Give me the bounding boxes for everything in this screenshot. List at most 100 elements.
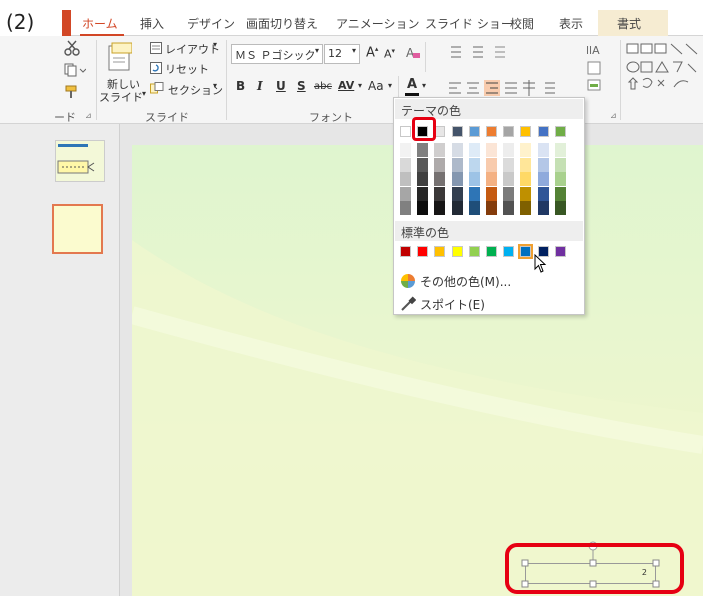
standard-color-swatch[interactable] bbox=[503, 246, 515, 257]
theme-shade-swatch[interactable] bbox=[520, 201, 532, 215]
theme-shade-swatch[interactable] bbox=[554, 157, 566, 172]
theme-shade-swatch[interactable] bbox=[417, 157, 429, 172]
theme-shade-swatch[interactable] bbox=[434, 157, 446, 172]
theme-shade-swatch[interactable] bbox=[554, 201, 566, 215]
theme-shade-swatch[interactable] bbox=[503, 172, 515, 186]
theme-shade-swatch[interactable] bbox=[468, 201, 480, 215]
theme-shade-swatch[interactable] bbox=[417, 201, 429, 215]
cut-icon[interactable] bbox=[64, 40, 80, 56]
layout-icon[interactable] bbox=[150, 42, 162, 54]
theme-shade-swatch[interactable] bbox=[520, 172, 532, 186]
standard-color-swatch[interactable] bbox=[400, 246, 411, 257]
theme-shade-swatch[interactable] bbox=[400, 143, 411, 157]
standard-color-swatch[interactable] bbox=[417, 246, 429, 257]
theme-shade-swatch[interactable] bbox=[417, 143, 429, 157]
change-case-button[interactable]: Aa bbox=[368, 79, 384, 93]
tab-home[interactable]: ホーム bbox=[82, 15, 118, 32]
theme-shade-swatch[interactable] bbox=[417, 172, 429, 186]
case-chevron-icon[interactable]: ▾ bbox=[388, 81, 392, 90]
standard-color-swatch[interactable] bbox=[554, 246, 566, 257]
theme-color-swatch[interactable] bbox=[400, 126, 411, 137]
theme-color-swatch[interactable] bbox=[486, 126, 497, 137]
tab-review[interactable]: 校閲 bbox=[510, 15, 534, 32]
theme-shade-swatch[interactable] bbox=[537, 186, 549, 201]
theme-shade-swatch[interactable] bbox=[554, 143, 566, 157]
theme-shade-swatch[interactable] bbox=[434, 201, 446, 215]
section-icon[interactable] bbox=[150, 82, 164, 94]
theme-shade-swatch[interactable] bbox=[554, 186, 566, 201]
tab-format[interactable]: 書式 bbox=[617, 15, 641, 32]
theme-shade-swatch[interactable] bbox=[537, 201, 549, 215]
layout-button[interactable]: レイアウト bbox=[165, 41, 220, 57]
theme-shade-swatch[interactable] bbox=[451, 157, 463, 172]
character-spacing-button[interactable]: AV bbox=[338, 79, 354, 92]
tab-slideshow[interactable]: スライド ショー bbox=[425, 15, 513, 32]
standard-color-swatch[interactable] bbox=[518, 244, 534, 259]
theme-shade-swatch[interactable] bbox=[537, 157, 549, 172]
theme-shade-swatch[interactable] bbox=[451, 201, 463, 215]
theme-shade-swatch[interactable] bbox=[400, 172, 411, 186]
tab-insert[interactable]: 挿入 bbox=[140, 15, 164, 32]
theme-shade-swatch[interactable] bbox=[503, 143, 515, 157]
reset-button[interactable]: リセット bbox=[165, 61, 209, 77]
theme-color-swatch[interactable] bbox=[434, 126, 446, 137]
paragraph-launcher-icon[interactable]: ⊿ bbox=[610, 111, 617, 120]
theme-color-swatch[interactable] bbox=[468, 126, 480, 137]
alignment-buttons-icon[interactable] bbox=[447, 80, 567, 96]
tab-view[interactable]: 表示 bbox=[559, 15, 583, 32]
shapes-gallery-icon[interactable] bbox=[626, 42, 703, 98]
theme-shade-swatch[interactable] bbox=[486, 157, 497, 172]
layout-chevron-icon[interactable]: ▾ bbox=[213, 40, 217, 49]
standard-color-swatch[interactable] bbox=[486, 246, 497, 257]
more-colors-menu-item[interactable]: その他の色(M)... bbox=[420, 273, 511, 290]
italic-button[interactable]: I bbox=[257, 79, 263, 93]
theme-shade-swatch[interactable] bbox=[451, 186, 463, 201]
section-chevron-icon[interactable]: ▾ bbox=[213, 81, 217, 90]
new-slide-label-2[interactable]: スライド bbox=[99, 89, 143, 105]
theme-shade-swatch[interactable] bbox=[503, 157, 515, 172]
theme-shade-swatch[interactable] bbox=[400, 186, 411, 201]
tab-design[interactable]: デザイン bbox=[187, 15, 235, 32]
shrink-font-icon[interactable]: A▾ bbox=[384, 47, 395, 61]
standard-color-swatch[interactable] bbox=[451, 246, 463, 257]
theme-shade-swatch[interactable] bbox=[434, 172, 446, 186]
theme-shade-swatch[interactable] bbox=[486, 201, 497, 215]
theme-color-swatch[interactable] bbox=[554, 126, 566, 137]
text-shadow-button[interactable]: S bbox=[297, 79, 306, 93]
theme-shade-swatch[interactable] bbox=[503, 186, 515, 201]
spacing-chevron-icon[interactable]: ▾ bbox=[358, 81, 362, 90]
reset-icon[interactable] bbox=[150, 62, 162, 74]
font-color-button[interactable]: A bbox=[407, 77, 417, 92]
font-name-chevron-icon[interactable]: ▾ bbox=[315, 46, 319, 55]
standard-color-swatch[interactable] bbox=[468, 246, 480, 257]
theme-shade-swatch[interactable] bbox=[434, 143, 446, 157]
format-painter-icon[interactable] bbox=[64, 84, 80, 100]
theme-shade-swatch[interactable] bbox=[468, 172, 480, 186]
file-tab[interactable] bbox=[62, 10, 71, 36]
font-name-input[interactable]: ＭＳ Ｐゴシック bbox=[231, 44, 323, 64]
theme-shade-swatch[interactable] bbox=[486, 143, 497, 157]
theme-shade-swatch[interactable] bbox=[537, 143, 549, 157]
theme-shade-swatch[interactable] bbox=[537, 172, 549, 186]
theme-shade-swatch[interactable] bbox=[417, 186, 429, 201]
theme-shade-swatch[interactable] bbox=[434, 186, 446, 201]
bold-button[interactable]: B bbox=[236, 79, 245, 93]
font-size-chevron-icon[interactable]: ▾ bbox=[352, 46, 356, 55]
standard-color-swatch[interactable] bbox=[434, 246, 446, 257]
new-slide-chevron-icon[interactable]: ▾ bbox=[142, 89, 146, 98]
theme-shade-swatch[interactable] bbox=[554, 172, 566, 186]
slide-thumbnail-2-selected[interactable] bbox=[52, 204, 103, 254]
theme-shade-swatch[interactable] bbox=[520, 143, 532, 157]
theme-shade-swatch[interactable] bbox=[486, 186, 497, 201]
clipboard-launcher-icon[interactable]: ⊿ bbox=[85, 111, 92, 120]
theme-shade-swatch[interactable] bbox=[451, 172, 463, 186]
theme-color-swatch[interactable] bbox=[503, 126, 515, 137]
grow-font-icon[interactable]: A▴ bbox=[366, 45, 378, 60]
theme-color-swatch[interactable] bbox=[451, 126, 463, 137]
tab-animations[interactable]: アニメーション bbox=[336, 15, 420, 32]
new-slide-icon[interactable] bbox=[108, 42, 132, 72]
theme-shade-swatch[interactable] bbox=[520, 157, 532, 172]
theme-color-swatch[interactable] bbox=[537, 126, 549, 137]
underline-button[interactable]: U bbox=[276, 79, 286, 93]
theme-shade-swatch[interactable] bbox=[400, 157, 411, 172]
